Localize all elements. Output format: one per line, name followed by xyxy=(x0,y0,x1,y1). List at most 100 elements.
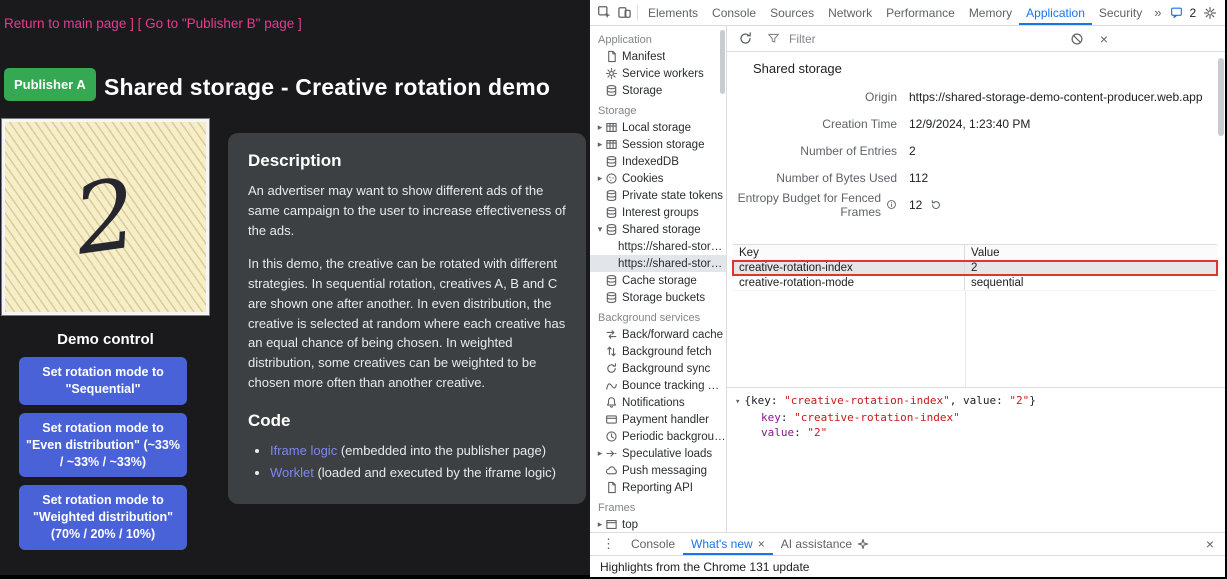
settings-gear-icon[interactable] xyxy=(1200,2,1220,24)
preview-token: {key: xyxy=(744,394,784,407)
close-icon[interactable]: × xyxy=(758,537,765,551)
metadata-label: Number of Bytes Used xyxy=(727,171,897,185)
info-icon xyxy=(886,199,897,210)
chevron-right-icon[interactable]: ▸ xyxy=(595,519,605,530)
rotation-button-2[interactable]: Set rotation mode to "Even distribution"… xyxy=(19,413,187,478)
tab-network[interactable]: Network xyxy=(821,0,879,25)
column-header-value[interactable]: Value xyxy=(965,245,1217,260)
sidebar-item-back-forward-cache[interactable]: Back/forward cache xyxy=(590,326,726,343)
sidebar-item-label: Payment handler xyxy=(622,414,709,426)
grid-empty-area xyxy=(733,291,1217,387)
demo-control-heading: Demo control xyxy=(0,331,211,348)
sidebar-item-indexeddb[interactable]: IndexedDB xyxy=(590,153,726,170)
main-scrollbar-thumb[interactable] xyxy=(1218,58,1224,136)
sidebar-item-payment-handler[interactable]: Payment handler xyxy=(590,411,726,428)
sidebar-item-interest-groups[interactable]: Interest groups xyxy=(590,204,726,221)
sidebar-item-label: Interest groups xyxy=(622,207,699,219)
preview-property: value: "2" xyxy=(735,425,1217,440)
chevron-right-icon[interactable]: ▸ xyxy=(595,173,605,184)
sidebar-item-storage[interactable]: Storage xyxy=(590,82,726,99)
device-toolbar-icon[interactable] xyxy=(614,2,634,24)
sidebar-item-https-shared-storage[interactable]: https://shared-storage… xyxy=(590,255,726,272)
table-row[interactable]: creative-rotation-index2 xyxy=(733,261,1217,276)
ad-creative: 2 xyxy=(2,119,209,315)
tab-sources[interactable]: Sources xyxy=(763,0,821,25)
sidebar-item-service-workers[interactable]: Service workers xyxy=(590,65,726,82)
sidebar-scrollbar[interactable] xyxy=(720,28,725,530)
sidebar-item-local-storage[interactable]: ▸Local storage xyxy=(590,119,726,136)
sidebar-item-bounce-tracking-miti[interactable]: Bounce tracking miti… xyxy=(590,377,726,394)
sidebar-item-https-shared-storage[interactable]: https://shared-storage… xyxy=(590,238,726,255)
code-link-iframe-logic[interactable]: Iframe logic xyxy=(270,443,337,458)
sidebar-item-background-sync[interactable]: Background sync xyxy=(590,360,726,377)
chevron-right-icon[interactable]: ▸ xyxy=(595,122,605,133)
sidebar-item-private-state-tokens[interactable]: Private state tokens xyxy=(590,187,726,204)
drawer-menu-icon[interactable]: ⋮ xyxy=(596,536,621,552)
chevron-right-icon[interactable]: ▸ xyxy=(595,448,605,459)
reset-icon[interactable] xyxy=(930,199,942,211)
twisty-icon[interactable]: ▾ xyxy=(735,397,740,407)
drawer-tab-ai-assistance[interactable]: AI assistance xyxy=(773,533,877,555)
tab-memory[interactable]: Memory xyxy=(962,0,1019,25)
sidebar-item-cache-storage[interactable]: Cache storage xyxy=(590,272,726,289)
sidebar-item-background-fetch[interactable]: Background fetch xyxy=(590,343,726,360)
metadata-row: Number of Bytes Used112 xyxy=(727,164,1225,191)
column-header-key[interactable]: Key xyxy=(733,245,965,260)
tab-security[interactable]: Security xyxy=(1092,0,1149,25)
issues-badge[interactable]: 2 xyxy=(1166,2,1196,24)
sidebar-item-speculative-loads[interactable]: ▸Speculative loads xyxy=(590,445,726,462)
sidebar-item-top[interactable]: ▸ top xyxy=(590,516,726,532)
close-drawer-icon[interactable]: × xyxy=(1201,536,1219,552)
spark-icon xyxy=(857,538,869,550)
sidebar-item-storage-buckets[interactable]: Storage buckets xyxy=(590,289,726,306)
code-list-item: Worklet (loaded and executed by the ifra… xyxy=(270,463,566,483)
code-link-suffix: (embedded into the publisher page) xyxy=(337,443,546,458)
rotation-button-1[interactable]: Set rotation mode to "Sequential" xyxy=(19,357,187,405)
drawer-tab-console[interactable]: Console xyxy=(623,533,683,555)
sidebar-item-cookies[interactable]: ▸Cookies xyxy=(590,170,726,187)
code-link-worklet[interactable]: Worklet xyxy=(270,465,314,480)
sidebar-item-shared-storage[interactable]: ▾Shared storage xyxy=(590,221,726,238)
filter-input[interactable]: Filter xyxy=(763,28,1059,50)
sidebar-item-periodic-backgroun[interactable]: Periodic backgroun… xyxy=(590,428,726,445)
sidebar-item-session-storage[interactable]: ▸Session storage xyxy=(590,136,726,153)
property-separator: : xyxy=(781,411,794,424)
chevron-down-icon[interactable]: ▾ xyxy=(595,224,605,235)
sidebar-item-label: top xyxy=(622,519,638,531)
rotation-button-3[interactable]: Set rotation mode to "Weighted distribut… xyxy=(19,485,187,550)
table-icon xyxy=(605,138,618,151)
sidebar-item-label: Cache storage xyxy=(622,275,697,287)
delete-icon[interactable]: × xyxy=(1095,31,1113,47)
issues-count: 2 xyxy=(1189,6,1196,20)
payment-icon xyxy=(605,413,618,426)
table-row[interactable]: creative-rotation-modesequential xyxy=(733,276,1217,291)
metadata-value: 12 xyxy=(909,198,942,212)
preview-token: , value: xyxy=(950,394,1010,407)
publisher-badge: Publisher A xyxy=(4,68,96,101)
property-name: key xyxy=(761,411,781,424)
sidebar-item-manifest[interactable]: Manifest xyxy=(590,48,726,65)
sidebar-item-label: IndexedDB xyxy=(622,156,679,168)
database-icon xyxy=(605,155,618,168)
code-heading: Code xyxy=(248,411,566,431)
sidebar-scrollbar-thumb[interactable] xyxy=(720,30,725,94)
cloud-icon xyxy=(605,464,618,477)
tab-application[interactable]: Application xyxy=(1019,0,1092,25)
kebab-menu-icon[interactable]: ⋮ xyxy=(1220,5,1227,21)
drawer-tab-what-s-new[interactable]: What's new× xyxy=(683,533,773,555)
metadata-row: Entropy Budget for Fenced Frames12 xyxy=(727,191,1225,218)
main-scrollbar[interactable] xyxy=(1218,54,1224,528)
tab-performance[interactable]: Performance xyxy=(879,0,962,25)
sidebar-item-notifications[interactable]: Notifications xyxy=(590,394,726,411)
tab-elements[interactable]: Elements xyxy=(641,0,705,25)
tab-console[interactable]: Console xyxy=(705,0,763,25)
chevron-right-icon[interactable]: ▸ xyxy=(595,139,605,150)
block-icon[interactable] xyxy=(1067,28,1087,50)
sidebar-item-reporting-api[interactable]: Reporting API xyxy=(590,479,726,496)
shared-storage-table: KeyValue creative-rotation-index2creativ… xyxy=(733,244,1217,291)
sidebar-item-push-messaging[interactable]: Push messaging xyxy=(590,462,726,479)
inspect-icon[interactable] xyxy=(594,2,614,24)
page-nav-links[interactable]: Return to main page ] [ Go to "Publisher… xyxy=(4,16,302,31)
more-tabs-button[interactable]: » xyxy=(1149,5,1166,20)
refresh-icon[interactable] xyxy=(735,28,755,50)
